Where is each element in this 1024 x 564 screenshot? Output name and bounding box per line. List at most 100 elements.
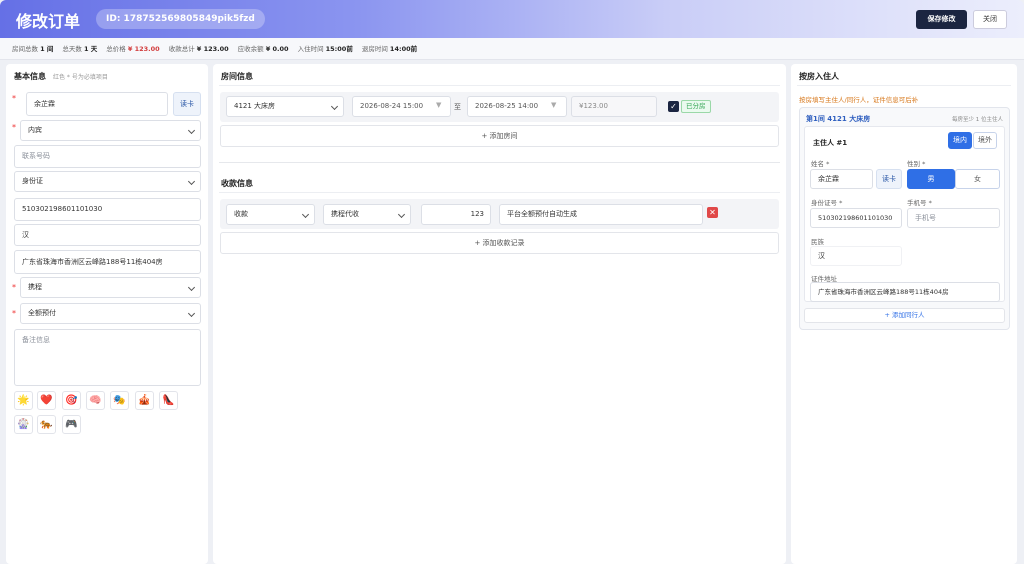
- divider: [797, 85, 1011, 86]
- summary-value: 1 天: [83, 45, 98, 53]
- ethnicity-input[interactable]: 汉: [14, 224, 201, 246]
- summary-value: ¥ 123.00: [196, 45, 229, 53]
- ethnicity-label: 民族: [811, 238, 824, 246]
- required-mark: *: [12, 309, 16, 318]
- room-payment-panel: 房间信息 4121 大床房 2026-08-24 15:00 ▼ 至 2026-…: [213, 64, 786, 564]
- payment-type-select[interactable]: 收款: [226, 204, 315, 225]
- gender-female-toggle[interactable]: 女: [955, 169, 1000, 189]
- summary-item: 收款总计 ¥ 123.00: [169, 45, 229, 53]
- main-guest-ethnicity-input[interactable]: 汉: [810, 246, 902, 266]
- order-summary-bar: 房间总数 1 间总天数 1 天总价格 ¥ 123.00 收款总计 ¥ 123.00…: [0, 38, 1024, 60]
- add-companion-button[interactable]: + 添加同行人: [804, 308, 1005, 323]
- room-select[interactable]: 4121 大床房: [226, 96, 344, 117]
- summary-item: 入住时间 15:00前: [298, 45, 353, 53]
- tag-heel-icon[interactable]: 👠: [159, 391, 178, 410]
- required-hint: 红色 * 号为必填项目: [53, 74, 108, 81]
- foreign-toggle[interactable]: 境外: [973, 132, 997, 149]
- room-price-field: ¥123.00: [571, 96, 657, 117]
- summary-item: 总天数 1 天: [62, 45, 97, 53]
- summary-item: 房间总数 1 间: [12, 45, 53, 53]
- tag-masks-icon[interactable]: 🎭: [110, 391, 129, 410]
- summary-label: 应收余额: [237, 45, 264, 53]
- summary-label: 退房时间: [361, 45, 388, 53]
- main-guest-name-input[interactable]: 余芷霖: [810, 169, 873, 189]
- summary-value: ¥ 0.00: [265, 45, 289, 53]
- summary-label: 房间总数: [12, 45, 38, 53]
- main-guest-address-input[interactable]: 广东省珠海市香洲区云峰路188号11栋404房: [810, 282, 1000, 302]
- read-card-button[interactable]: 读卡: [173, 92, 201, 116]
- required-mark: *: [12, 94, 16, 103]
- gender-label: 性别 *: [907, 160, 926, 168]
- add-payment-button[interactable]: + 添加收款记录: [220, 232, 779, 254]
- caret-down-icon: ▼: [436, 101, 442, 109]
- tag-brain-icon[interactable]: 🧠: [86, 391, 105, 410]
- main-guest-card: 主住人 #1 境内 境外 姓名 * 余芷霖 读卡 性别 * 男 女 身份证号 *…: [804, 126, 1005, 302]
- guest-warning: 按房填写主住人/同行人，证件信息可后补: [799, 96, 919, 104]
- main-guest-id-input[interactable]: 510302198601101030: [810, 208, 902, 228]
- summary-value: 15:00前: [325, 45, 353, 53]
- divider: [219, 192, 780, 193]
- summary-value: 1 间: [40, 45, 54, 53]
- summary-label: 入住时间: [297, 45, 324, 53]
- payment-note-input[interactable]: 平台全额预付自动生成: [499, 204, 703, 225]
- tag-gamepad-icon[interactable]: 🎮: [62, 415, 81, 434]
- guest-read-card-button[interactable]: 读卡: [876, 169, 902, 189]
- phone-input[interactable]: 联系号码: [14, 145, 201, 168]
- divider: [219, 162, 780, 163]
- caret-down-icon: ▼: [551, 101, 557, 109]
- id-number-input[interactable]: 510302198601101030: [14, 198, 201, 221]
- tag-ferris-wheel-icon[interactable]: 🎡: [14, 415, 33, 434]
- page-title: 修改订单: [16, 12, 81, 31]
- assigned-badge: 已分房: [681, 100, 711, 113]
- divider: [219, 85, 780, 86]
- date-separator: 至: [454, 103, 461, 111]
- payment-info-title: 收款信息: [221, 179, 253, 188]
- tag-tent-icon[interactable]: 🎪: [135, 391, 154, 410]
- guest-name-input[interactable]: 余芷霖: [26, 92, 168, 116]
- domestic-toggle[interactable]: 境内: [948, 132, 972, 149]
- assigned-checkbox[interactable]: ✓: [668, 101, 679, 112]
- summary-item: 总价格 ¥ 123.00: [106, 45, 159, 53]
- tag-heart-icon[interactable]: ❤️: [37, 391, 56, 410]
- basic-info-panel: 基本信息 红色 * 号为必填项目 * 余芷霖 读卡 * 内宾 联系号码 身份证 …: [6, 64, 208, 564]
- save-button[interactable]: 保存修改: [916, 10, 967, 29]
- gender-male-toggle[interactable]: 男: [907, 169, 955, 189]
- remark-textarea[interactable]: 备注信息: [14, 329, 201, 386]
- main-guest-phone-input[interactable]: 手机号: [907, 208, 1000, 228]
- add-room-button[interactable]: + 添加房间: [220, 125, 779, 147]
- room-info-title: 房间信息: [221, 72, 253, 81]
- room-guest-label: 第1间 4121 大床房: [806, 115, 871, 123]
- name-label: 姓名 *: [811, 160, 830, 168]
- summary-label: 收款总计: [168, 45, 195, 53]
- summary-item: 退房时间 14:00前: [362, 45, 417, 53]
- summary-label: 总天数: [62, 45, 82, 53]
- order-id-badge: ID: 178752569805849pik5fzd: [96, 9, 265, 29]
- min-guest-note: 每房至少 1 位主住人: [952, 117, 1003, 123]
- close-button[interactable]: 关闭: [973, 10, 1007, 29]
- header-bar: 修改订单 ID: 178752569805849pik5fzd 保存修改 关闭: [0, 0, 1024, 38]
- summary-label: 总价格: [106, 45, 126, 53]
- tag-target-icon[interactable]: 🎯: [62, 391, 81, 410]
- main-guest-label: 主住人 #1: [813, 139, 848, 147]
- id-type-select[interactable]: 身份证: [14, 171, 201, 192]
- payment-amount-input[interactable]: 123: [421, 204, 491, 225]
- summary-item: 应收余额 ¥ 0.00: [238, 45, 289, 53]
- guests-title: 按房入住人: [799, 72, 839, 81]
- payment-mode-select[interactable]: 全额预付: [20, 303, 201, 324]
- address-input[interactable]: 广东省珠海市香洲区云峰路188号11栋404房: [14, 250, 201, 274]
- summary-value: 14:00前: [389, 45, 418, 53]
- phone-label: 手机号 *: [907, 199, 932, 207]
- delete-payment-icon[interactable]: ✕: [707, 207, 718, 218]
- summary-value: ¥ 123.00: [127, 45, 160, 53]
- tag-star-icon[interactable]: 🌟: [14, 391, 33, 410]
- guest-type-select[interactable]: 内宾: [20, 120, 201, 141]
- payment-method-select[interactable]: 携程代收: [323, 204, 411, 225]
- tag-tiger-icon[interactable]: 🐅: [37, 415, 56, 434]
- room-guest-card: 第1间 4121 大床房 每房至少 1 位主住人 主住人 #1 境内 境外 姓名…: [799, 107, 1010, 330]
- required-mark: *: [12, 123, 16, 132]
- channel-select[interactable]: 携程: [20, 277, 201, 298]
- guests-panel: 按房入住人 按房填写主住人/同行人，证件信息可后补 第1间 4121 大床房 每…: [791, 64, 1017, 564]
- basic-info-title: 基本信息: [14, 72, 46, 81]
- required-mark: *: [12, 283, 16, 292]
- id-number-label: 身份证号 *: [811, 199, 843, 207]
